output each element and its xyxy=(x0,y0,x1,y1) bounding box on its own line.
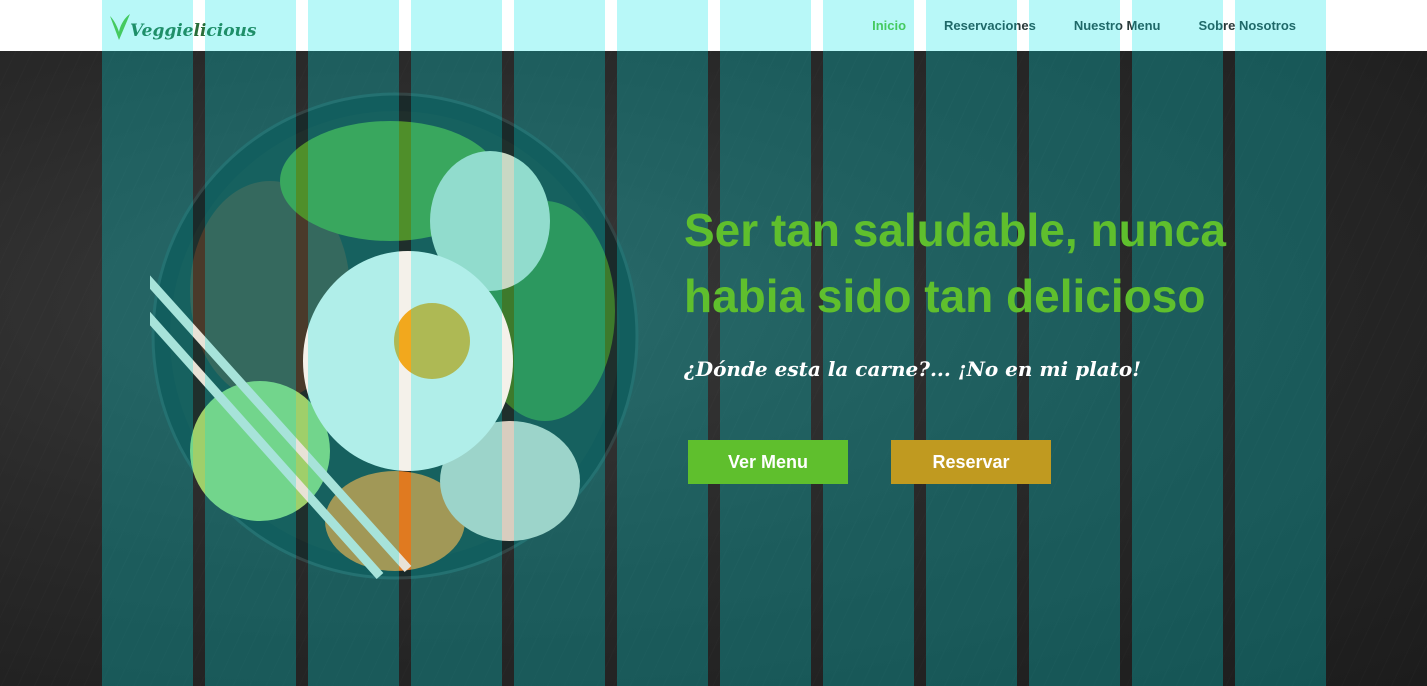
nav-item-sobre-nosotros[interactable]: Sobre Nosotros xyxy=(1198,18,1296,33)
nav-item-reservaciones[interactable]: Reservaciones xyxy=(944,18,1036,33)
hero-tagline: ¿Dónde esta la carne?... ¡No en mi plato… xyxy=(684,357,1142,381)
food-bowl-image xyxy=(150,92,639,580)
hero-headline: Ser tan saludable, nunca habia sido tan … xyxy=(684,204,1226,322)
brand-logo[interactable]: Veggielicious xyxy=(108,10,257,44)
main-nav: Inicio Reservaciones Nuestro Menu Sobre … xyxy=(834,0,1296,51)
view-menu-button[interactable]: Ver Menu xyxy=(688,440,848,484)
brand-name: Veggielicious xyxy=(130,21,257,41)
hero-section: Ser tan saludable, nunca habia sido tan … xyxy=(0,51,1427,686)
site-header: Veggielicious Inicio Reservaciones Nuest… xyxy=(0,0,1427,51)
nav-item-inicio[interactable]: Inicio xyxy=(872,18,906,33)
nav-item-nuestro-menu[interactable]: Nuestro Menu xyxy=(1074,18,1161,33)
reserve-button[interactable]: Reservar xyxy=(891,440,1051,484)
leaf-logo-icon xyxy=(110,14,130,40)
